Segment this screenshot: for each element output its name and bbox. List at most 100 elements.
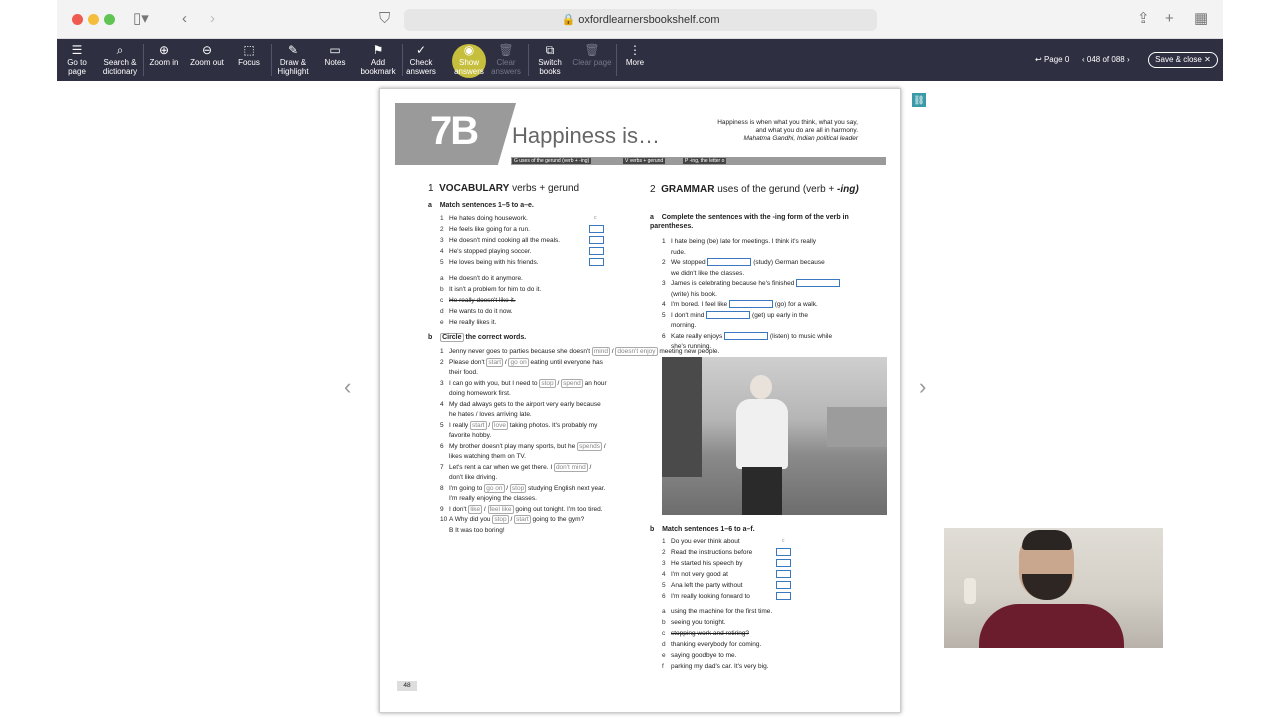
prev-page-arrow[interactable]: ‹: [344, 374, 351, 400]
grammar-b-option: c stopping work and retiring?: [662, 630, 750, 637]
circle-item-cont: don't like driving.: [449, 474, 498, 481]
choice-word[interactable]: feel like: [487, 504, 514, 514]
answer-input[interactable]: [707, 258, 752, 267]
circle-item-cont: likes watching them on TV.: [449, 453, 526, 460]
example-answer: c: [594, 215, 597, 221]
share-icon[interactable]: ⇪: [1137, 10, 1150, 28]
grammar-item: 3 James is celebrating because he's finis…: [662, 279, 841, 289]
choice-word[interactable]: stop: [509, 483, 527, 493]
answer-input[interactable]: [728, 300, 773, 309]
grammar-item: 2 We stopped (study) German because: [662, 258, 825, 267]
choice-word[interactable]: stop: [539, 378, 556, 388]
url-bar[interactable]: 🔒 oxfordlearnersbookshelf.com: [404, 9, 877, 31]
answer-box[interactable]: [776, 548, 791, 556]
answer-box[interactable]: [776, 570, 791, 578]
prev-page-icon[interactable]: ‹: [1082, 55, 1085, 64]
grammar-b-sentence: 3 He started his speech by: [662, 560, 743, 567]
grammar-b-sentence: 4 I'm not very good at: [662, 571, 728, 578]
photo-running-woman: [662, 357, 887, 515]
grammar-b-option: a using the machine for the first time.: [662, 608, 773, 615]
circle-item: 7 Let's rent a car when we get there. I d…: [440, 462, 592, 472]
more-button[interactable]: ⋮ More: [619, 39, 651, 81]
circle-item-cont: he hates / loves arriving late.: [449, 411, 532, 418]
tag-grammar: G uses of the gerund (verb + -ing): [512, 158, 592, 164]
choice-word[interactable]: go on: [508, 357, 529, 367]
clear-page-button[interactable]: 🗑 Clear page: [572, 39, 612, 81]
answer-box[interactable]: [589, 225, 604, 233]
forward-icon[interactable]: ›: [210, 10, 215, 28]
go-to-page-button[interactable]: ☰ Go to page: [61, 39, 93, 81]
vocab-option: e He really likes it.: [440, 319, 497, 326]
grammar-b-sentence: 6 I'm really looking forward to: [662, 593, 750, 600]
books-icon: ⧉: [545, 43, 555, 57]
minimize-window-button[interactable]: [88, 14, 99, 25]
choice-word[interactable]: like: [468, 504, 483, 514]
answer-box[interactable]: [589, 236, 604, 244]
choice-word[interactable]: spends: [577, 441, 603, 451]
note-icon: ▭: [329, 43, 341, 57]
grammar-item-cont: she's running.: [671, 343, 712, 350]
grammar-b-option: d thanking everybody for coming.: [662, 641, 762, 648]
show-answers-button[interactable]: ◉ Show answers: [449, 39, 489, 81]
choice-word[interactable]: stop: [492, 515, 509, 524]
answer-box[interactable]: [589, 247, 604, 255]
choice-word[interactable]: doesn't enjoy: [615, 347, 658, 356]
grammar-item: 6 Kate really enjoys (listen) to music wh…: [662, 331, 833, 340]
add-bookmark-button[interactable]: ⚑ Add bookmark: [357, 39, 399, 81]
choice-word[interactable]: spend: [561, 378, 583, 388]
answer-box[interactable]: [776, 559, 791, 567]
tab-overview-icon[interactable]: ▦: [1194, 10, 1208, 28]
clear-answers-button[interactable]: 🗑 Clear answers: [489, 39, 523, 81]
choice-word[interactable]: don't mind: [553, 462, 588, 472]
switch-books-button[interactable]: ⧉ Switch books: [532, 39, 568, 81]
grammar-b-sentence: 2 Read the instructions before: [662, 549, 753, 556]
zoom-in-button[interactable]: ⊕ Zoom in: [146, 39, 182, 81]
search-dictionary-button[interactable]: ⌕ Search & dictionary: [100, 39, 140, 81]
sidebar-icon[interactable]: ▯▾: [133, 10, 149, 28]
grammar-item: 5I don't mind (get) up early in the: [662, 310, 809, 319]
eye-icon: ◉: [463, 43, 475, 57]
next-page-icon[interactable]: ›: [1127, 55, 1130, 64]
close-window-button[interactable]: [72, 14, 83, 25]
notes-button[interactable]: ▭ Notes: [319, 39, 351, 81]
toolbar-divider: [402, 44, 403, 76]
browser-chrome: ▯▾ ‹ › ⛉ 🔒 oxfordlearnersbookshelf.com ⇪…: [57, 0, 1223, 39]
focus-button[interactable]: ⬚ Focus: [232, 39, 266, 81]
answer-box[interactable]: [589, 258, 604, 266]
zoom-out-button[interactable]: ⊖ Zoom out: [187, 39, 227, 81]
back-icon[interactable]: ‹: [182, 10, 187, 28]
choice-word[interactable]: love: [492, 420, 508, 430]
page-counter[interactable]: ‹ 048 of 088 ›: [1082, 39, 1130, 81]
link-icon[interactable]: ⛓: [912, 93, 926, 107]
choice-word[interactable]: start: [486, 357, 504, 367]
vocab-a-instruction: a Match sentences 1–5 to a–e.: [428, 202, 534, 209]
tag-vocab: V verbs + gerund: [623, 158, 666, 164]
grammar-item-cont: rude.: [671, 248, 686, 256]
focus-icon: ⬚: [243, 43, 255, 57]
draw-highlight-button[interactable]: ✎ Draw & Highlight: [273, 39, 313, 81]
maximize-window-button[interactable]: [104, 14, 115, 25]
new-tab-icon[interactable]: +: [1165, 10, 1174, 28]
answer-input[interactable]: [724, 331, 769, 340]
page-back-link[interactable]: ↩ Page 0: [1035, 39, 1069, 81]
grammar-b-example: c: [782, 538, 785, 544]
answer-box[interactable]: [776, 592, 791, 600]
grammar-item-cont: morning.: [671, 322, 697, 329]
book-page: 7B Happiness is… Happiness is when what …: [379, 88, 901, 713]
answer-input[interactable]: [706, 310, 751, 319]
circle-item-cont: favorite hobby.: [449, 432, 492, 439]
toolbar-divider: [143, 44, 144, 76]
choice-word[interactable]: go on: [484, 483, 505, 493]
next-page-arrow[interactable]: ›: [919, 374, 926, 400]
choice-word[interactable]: start: [514, 515, 531, 524]
check-answers-button[interactable]: ✓ Check answers: [404, 39, 438, 81]
toolbar-divider: [271, 44, 272, 76]
save-close-button[interactable]: Save & close ✕: [1148, 52, 1218, 68]
choice-word[interactable]: start: [469, 420, 487, 430]
url-text: oxfordlearnersbookshelf.com: [578, 14, 720, 26]
answer-box[interactable]: [776, 581, 791, 589]
choice-word[interactable]: mind: [591, 347, 610, 356]
shield-icon[interactable]: ⛉: [379, 10, 390, 28]
unit-title: Happiness is…: [512, 123, 660, 148]
answer-input[interactable]: [796, 279, 841, 288]
